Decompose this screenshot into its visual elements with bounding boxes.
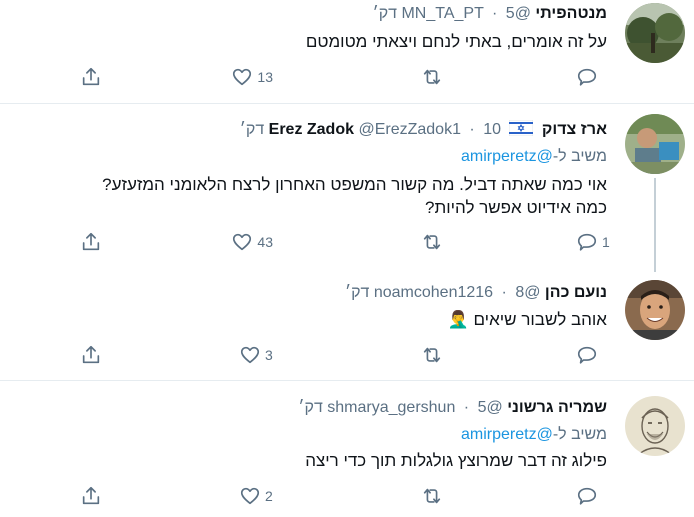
reply-button[interactable] bbox=[576, 66, 610, 88]
like-button[interactable]: 2 bbox=[239, 485, 273, 507]
display-name[interactable]: ארז צדוק bbox=[542, 121, 607, 138]
tweet[interactable]: נועם כהן @noamcohen1216 · 8 דק׳ אוהב לשב… bbox=[0, 268, 694, 380]
display-name-latin[interactable]: Erez Zadok bbox=[269, 121, 354, 138]
tweet-header: מנטהפיתי @MN_TA_PT · 5 דק׳ bbox=[373, 3, 607, 25]
like-count: 2 bbox=[265, 488, 273, 504]
separator-dot: · bbox=[501, 284, 507, 301]
retweet-icon bbox=[423, 69, 441, 85]
thread-connector bbox=[654, 178, 656, 272]
separator-dot: · bbox=[469, 121, 475, 138]
avatar[interactable] bbox=[625, 280, 685, 340]
reply-count: 1 bbox=[602, 234, 610, 250]
like-button[interactable]: 3 bbox=[239, 344, 273, 366]
share-icon bbox=[82, 486, 100, 505]
separator-dot: · bbox=[463, 399, 470, 416]
tweet-text-line: אוי כמה שאתה דביל. מה קשור המשפט האחרון … bbox=[102, 175, 607, 194]
heart-icon bbox=[233, 68, 252, 86]
share-button[interactable] bbox=[80, 66, 102, 88]
share-button[interactable] bbox=[80, 231, 102, 253]
display-name[interactable]: שמריה גרשוני bbox=[507, 399, 607, 416]
like-count: 43 bbox=[257, 234, 273, 250]
reply-prefix: משיב ל- bbox=[552, 148, 607, 165]
reply-icon bbox=[577, 487, 597, 505]
reply-context: משיב ל-@amirperetz bbox=[461, 424, 607, 446]
reply-icon bbox=[577, 68, 597, 86]
reply-prefix: משיב ל- bbox=[552, 426, 607, 443]
outdoor-photo-avatar-image bbox=[625, 114, 685, 174]
user-handle[interactable]: @shmarya_gershun bbox=[327, 399, 502, 416]
reply-mention-link[interactable]: @amirperetz bbox=[461, 148, 553, 165]
retweet-button[interactable] bbox=[421, 231, 443, 253]
like-count: 3 bbox=[265, 347, 273, 363]
like-count: 13 bbox=[257, 69, 273, 85]
israel-flag-icon bbox=[509, 119, 534, 143]
retweet-button[interactable] bbox=[421, 485, 443, 507]
tweet-header: שמריה גרשוני @shmarya_gershun · 5 דק׳ bbox=[298, 397, 607, 419]
heart-icon bbox=[233, 233, 252, 251]
retweet-button[interactable] bbox=[421, 344, 443, 366]
reply-icon bbox=[577, 346, 597, 364]
reply-button[interactable] bbox=[576, 344, 610, 366]
reply-icon bbox=[577, 233, 597, 251]
nature-photo-avatar-image bbox=[625, 3, 685, 63]
tweet[interactable]: שמריה גרשוני @shmarya_gershun · 5 דק׳ מש… bbox=[0, 381, 694, 517]
reply-button[interactable] bbox=[576, 485, 610, 507]
smiling-man-avatar-image bbox=[625, 280, 685, 340]
share-button[interactable] bbox=[80, 485, 102, 507]
share-icon bbox=[82, 67, 100, 86]
avatar[interactable] bbox=[625, 396, 685, 456]
like-button[interactable]: 43 bbox=[231, 231, 273, 253]
heart-icon bbox=[240, 346, 260, 364]
retweet-icon bbox=[423, 347, 441, 363]
tweet-header: ארז צדוק Erez Zadok @ErezZadok1 · 10 דק׳ bbox=[240, 119, 607, 143]
separator-dot: · bbox=[492, 5, 498, 22]
avatar[interactable] bbox=[625, 114, 685, 174]
sketch-portrait-avatar-image bbox=[625, 396, 685, 456]
reply-context: משיב ל-@amirperetz bbox=[461, 146, 607, 168]
avatar[interactable] bbox=[625, 3, 685, 63]
heart-icon bbox=[240, 487, 260, 505]
tweet-text: על זה אומרים, באתי לנחם ויצאתי מטומטם bbox=[305, 32, 607, 51]
tweet-header: נועם כהן @noamcohen1216 · 8 דק׳ bbox=[345, 282, 607, 304]
retweet-button[interactable] bbox=[421, 66, 443, 88]
user-handle[interactable]: @ErezZadok1 bbox=[358, 121, 461, 138]
tweet[interactable]: ארז צדוק Erez Zadok @ErezZadok1 · 10 דק׳… bbox=[0, 104, 694, 272]
tweet-text: אוהב לשבור שיאים 🤦‍♂️ bbox=[447, 310, 607, 329]
display-name[interactable]: מנטהפיתי bbox=[535, 5, 607, 22]
like-button[interactable]: 13 bbox=[231, 66, 273, 88]
tweet-text-line: כמה אידיוט אפשר להיות? bbox=[425, 198, 607, 217]
retweet-icon bbox=[423, 488, 441, 504]
share-button[interactable] bbox=[80, 344, 102, 366]
tweet-text: פילוג זה דבר שמרוצץ גולגלות תוך כדי ריצה bbox=[305, 451, 607, 470]
share-icon bbox=[82, 345, 100, 364]
display-name[interactable]: נועם כהן bbox=[545, 284, 607, 301]
tweet[interactable]: מנטהפיתי @MN_TA_PT · 5 דק׳ על זה אומרים,… bbox=[0, 0, 694, 103]
reply-button[interactable]: 1 bbox=[576, 231, 610, 253]
retweet-icon bbox=[423, 234, 441, 250]
share-icon bbox=[82, 232, 100, 251]
reply-mention-link[interactable]: @amirperetz bbox=[461, 426, 553, 443]
